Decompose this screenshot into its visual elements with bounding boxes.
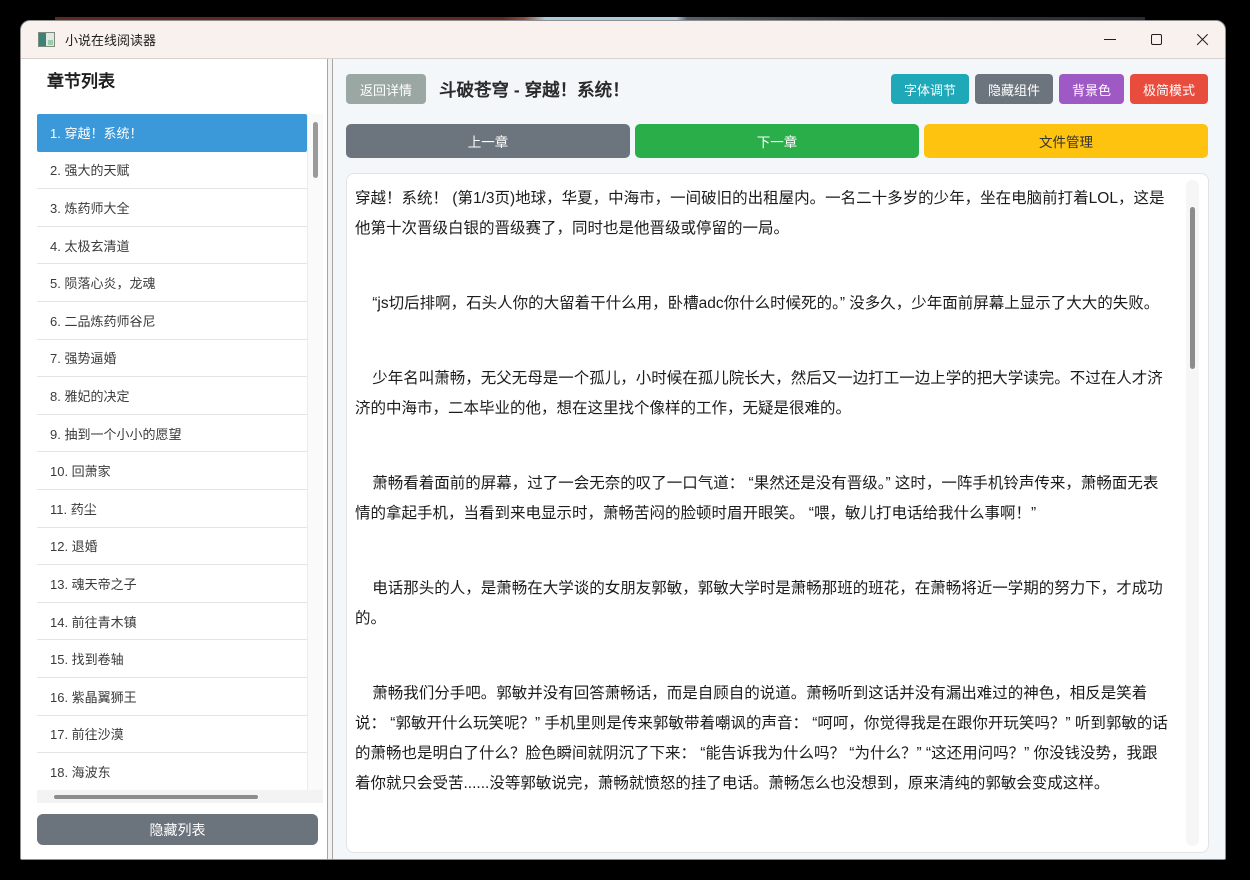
reader-paragraph: “js切后排啊，石头人你的大留着干什么用，卧槽adc你什么时候死的。” 没多久，… <box>355 295 1160 312</box>
chapter-item[interactable]: 7. 强势逼婚 <box>37 339 307 378</box>
background-color-button[interactable]: 背景色 <box>1058 74 1124 104</box>
prev-chapter-button[interactable]: 上一章 <box>346 124 630 158</box>
back-to-details-button[interactable]: 返回详情 <box>346 74 427 104</box>
desktop-background: 小说在线阅读器 章节列表 1. 穿越！系统！ 2. 强大的天赋 3. 炼药师大全 4.… <box>0 0 1250 880</box>
window-titlebar[interactable]: 小说在线阅读器 <box>21 21 1225 59</box>
chapter-list-vscrollbar[interactable] <box>307 114 323 791</box>
chapter-item[interactable]: 15. 找到卷轴 <box>37 640 307 678</box>
chapter-nav: 上一章 下一章 文件管理 <box>346 124 1208 158</box>
window-title: 小说在线阅读器 <box>65 33 157 48</box>
chapter-item[interactable]: 11. 药尘 <box>37 489 307 528</box>
app-window: 小说在线阅读器 章节列表 1. 穿越！系统！ 2. 强大的天赋 3. 炼药师大全 4.… <box>20 20 1226 860</box>
novel-chapter-title: 斗破苍穹 - 穿越！系统！ <box>439 79 630 100</box>
chapter-item[interactable]: 18. 海波东 <box>37 753 307 791</box>
reader-paragraph: 穿越！系统！ (第1/3页)地球，华夏，中海市，一间破旧的出租屋内。一名二十多岁… <box>355 190 1165 237</box>
chapter-list-hscrollbar[interactable] <box>37 790 323 803</box>
reader-paragraph: 萧畅看着面前的屏幕，过了一会无奈的叹了一口气道： “果然还是没有晋级。” 这时，… <box>355 475 1159 522</box>
font-adjust-button[interactable]: 字体调节 <box>890 74 969 104</box>
minimal-mode-button[interactable]: 极简模式 <box>1129 74 1208 104</box>
reader-paragraph: 电话那头的人，是萧畅在大学谈的女朋友郭敏，郭敏大学时是萧畅那班的班花，在萧畅将近… <box>355 580 1163 627</box>
app-icon <box>38 32 55 47</box>
chapter-item[interactable]: 2. 强大的天赋 <box>37 151 307 190</box>
chapter-item[interactable]: 8. 雅妃的决定 <box>37 377 307 415</box>
sidebar-heading: 章节列表 <box>47 72 115 91</box>
chapter-list-hscrollbar-thumb[interactable] <box>54 795 258 799</box>
minimize-button[interactable] <box>1087 21 1133 58</box>
chapter-item[interactable]: 3. 炼药师大全 <box>37 189 307 227</box>
reader-vscrollbar[interactable] <box>1186 180 1199 846</box>
chapter-item[interactable]: 17. 前往沙漠 <box>37 715 307 754</box>
reader-text-area[interactable]: 穿越！系统！ (第1/3页)地球，华夏，中海市，一间破旧的出租屋内。一名二十多岁… <box>346 173 1209 853</box>
chapter-item[interactable]: 16. 紫晶翼狮王 <box>37 677 307 716</box>
chapter-item[interactable]: 4. 太极玄清道 <box>37 226 307 265</box>
chapter-item[interactable]: 6. 二品炼药师谷尼 <box>37 301 307 340</box>
maximize-button[interactable] <box>1133 21 1179 58</box>
chapter-item[interactable]: 10. 回萧家 <box>37 452 307 490</box>
file-manager-button[interactable]: 文件管理 <box>924 124 1208 158</box>
reader-panel: 返回详情 斗破苍穹 - 穿越！系统！ 字体调节 隐藏组件 背景色 极简模式 上一章 下… <box>333 59 1225 859</box>
chapter-item[interactable]: 5. 陨落心炎，龙魂 <box>37 264 307 302</box>
chapter-list-vscrollbar-thumb[interactable] <box>313 122 318 178</box>
chapter-item[interactable]: 9. 抽到一个小小的愿望 <box>37 414 307 453</box>
reader-paragraph: 少年名叫萧畅，无父无母是一个孤儿，小时候在孤儿院长大，然后又一边打工一边上学的把… <box>355 370 1163 417</box>
chapter-item[interactable]: 12. 退婚 <box>37 527 307 566</box>
close-icon <box>1196 33 1209 46</box>
reader-vscrollbar-thumb[interactable] <box>1190 207 1195 369</box>
hide-components-button[interactable]: 隐藏组件 <box>974 74 1053 104</box>
chapter-list[interactable]: 1. 穿越！系统！ 2. 强大的天赋 3. 炼药师大全 4. 太极玄清道 5. 陨落心炎… <box>37 114 323 791</box>
close-button[interactable] <box>1179 21 1225 58</box>
hide-list-button[interactable]: 隐藏列表 <box>37 814 318 845</box>
next-chapter-button[interactable]: 下一章 <box>635 124 919 158</box>
maximize-icon <box>1150 34 1162 45</box>
chapter-item[interactable]: 1. 穿越！系统！ <box>37 114 307 152</box>
chapter-item[interactable]: 13. 魂天帝之子 <box>37 565 307 603</box>
chapter-sidebar: 章节列表 1. 穿越！系统！ 2. 强大的天赋 3. 炼药师大全 4. 太极玄清道 5.… <box>21 59 327 859</box>
chapter-item[interactable]: 14. 前往青木镇 <box>37 602 307 641</box>
reader-paragraph: 萧畅我们分手吧。郭敏并没有回答萧畅话，而是自顾自的说道。萧畅听到这话并没有漏出难… <box>355 685 1168 792</box>
minimize-icon <box>1104 38 1116 41</box>
reader-header: 返回详情 斗破苍穹 - 穿越！系统！ 字体调节 隐藏组件 背景色 极简模式 <box>346 74 1208 104</box>
